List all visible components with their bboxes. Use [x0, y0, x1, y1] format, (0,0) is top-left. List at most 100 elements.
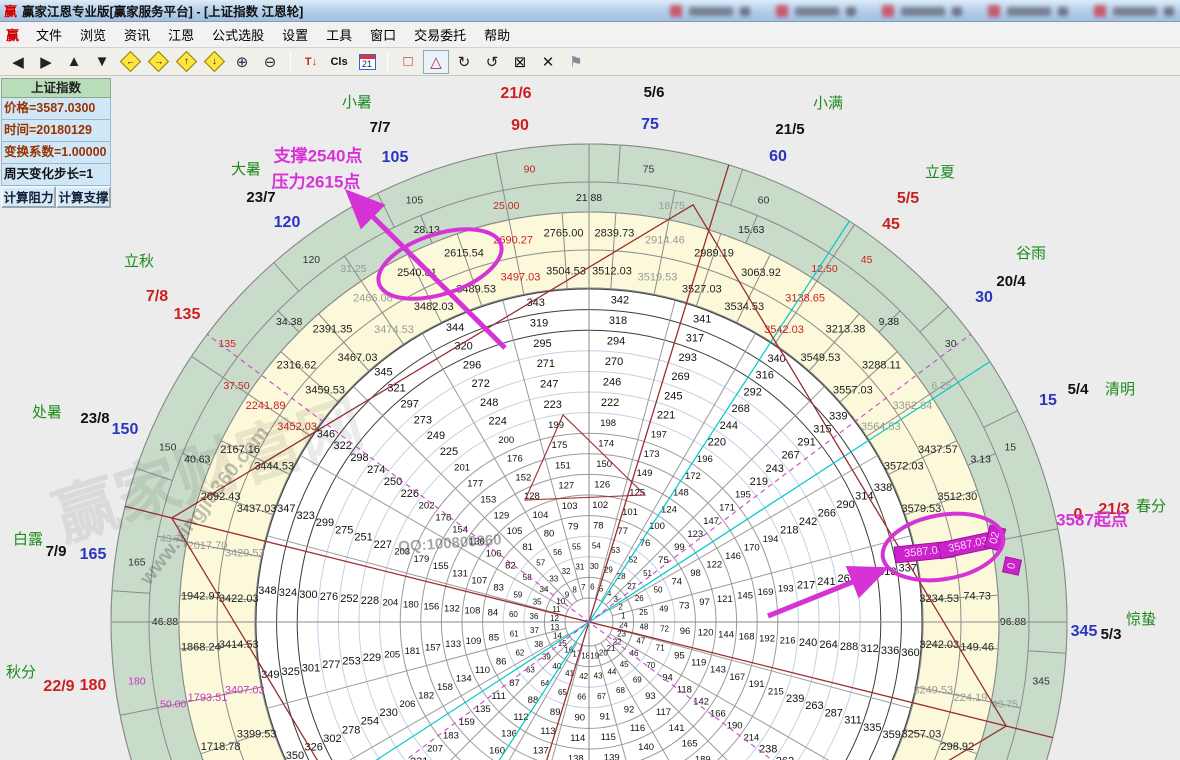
outer-label-345: 345: [1071, 623, 1098, 640]
spiral-number: 290: [836, 499, 854, 511]
percent-value: 3.13: [971, 454, 992, 466]
zoom-in-button-icon[interactable]: ⊕: [229, 50, 255, 74]
triangle-tool-button-icon[interactable]: △: [423, 50, 449, 74]
spiral-number: 244: [720, 420, 738, 432]
price-inner-value: 3512.03: [592, 266, 632, 278]
spiral-number: 8: [572, 586, 577, 595]
rotate-cw-button-icon[interactable]: ↻: [451, 50, 477, 74]
pan-right-button-icon[interactable]: →: [145, 50, 171, 74]
spiral-number: 117: [656, 707, 671, 718]
quote-panel-row: 价格=3587.0300: [1, 98, 111, 120]
menu-item-公式选股[interactable]: 公式选股: [203, 22, 273, 47]
degree-value: 120: [303, 254, 321, 266]
spiral-number: 198: [600, 418, 616, 429]
nav-right-button-icon[interactable]: ▶: [33, 50, 59, 74]
pan-down-button-icon[interactable]: ↓: [201, 50, 227, 74]
outer-label-105: 105: [382, 149, 409, 166]
degree-value: 30: [945, 338, 957, 350]
menu-item-浏览[interactable]: 浏览: [71, 22, 115, 47]
zoom-out-button-icon[interactable]: ⊖: [257, 50, 283, 74]
spiral-number: 49: [659, 605, 668, 614]
spiral-number: 240: [799, 637, 817, 649]
spiral-number: 138: [568, 754, 584, 760]
spiral-number: 107: [471, 576, 487, 587]
flag-button-icon[interactable]: ⚑: [563, 50, 589, 74]
spiral-number: 199: [548, 420, 564, 431]
spiral-number: 196: [697, 454, 713, 465]
menu-item-江恩[interactable]: 江恩: [159, 22, 203, 47]
spiral-number: 38: [534, 640, 543, 649]
outer-label-立夏: 立夏: [925, 164, 955, 181]
spiral-number: 69: [633, 676, 642, 685]
spiral-number: 141: [669, 723, 685, 734]
nav-up-button-icon[interactable]: ▲: [61, 50, 87, 74]
nav-left-button-icon[interactable]: ◀: [5, 50, 31, 74]
spiral-number: 275: [335, 524, 353, 536]
spiral-number: 177: [467, 478, 483, 489]
spiral-number: 44: [607, 667, 616, 676]
outer-label-5/3: 5/3: [1101, 626, 1122, 643]
menu-item-窗口[interactable]: 窗口: [361, 22, 405, 47]
t-down-button-icon[interactable]: T↓: [298, 50, 324, 74]
square-tool-button-icon[interactable]: □: [395, 50, 421, 74]
spiral-number: 76: [640, 538, 651, 549]
outer-label-15: 15: [1039, 392, 1057, 409]
boxed-x-button-icon[interactable]: ⊠: [507, 50, 533, 74]
outer-label-惊蛰: 惊蛰: [1126, 611, 1156, 628]
menu-item-设置[interactable]: 设置: [273, 22, 317, 47]
outer-label-75: 75: [641, 116, 659, 133]
gann-wheel-chart[interactable]: 1234567891011121314151617181920212223242…: [0, 76, 1180, 760]
spiral-number: 168: [739, 632, 755, 643]
spiral-number: 45: [620, 660, 629, 669]
spiral-number: 301: [302, 662, 320, 674]
spiral-number: 89: [550, 707, 561, 718]
price-outer-value: 3512.30: [937, 491, 977, 503]
spiral-number: 292: [744, 386, 762, 398]
spiral-number: 47: [636, 636, 645, 645]
outer-label-180: 180: [80, 677, 107, 694]
rotate-ccw-button-icon[interactable]: ↺: [479, 50, 505, 74]
spiral-number: 183: [443, 730, 459, 741]
spiral-number: 132: [444, 603, 460, 614]
center-cross-button-icon[interactable]: ✕: [535, 50, 561, 74]
spiral-number: 341: [693, 313, 711, 325]
price-inner-value: 3422.03: [219, 593, 259, 605]
outer-label-清明: 清明: [1105, 381, 1135, 398]
spiral-number: 34: [540, 585, 549, 594]
calc-support-button[interactable]: 计算支撑: [56, 186, 111, 208]
outer-label-165: 165: [80, 546, 107, 563]
calendar-button-icon[interactable]: 21: [354, 50, 380, 74]
pan-left-button-icon[interactable]: ←: [117, 50, 143, 74]
spiral-number: 79: [568, 521, 579, 532]
quote-panel-title: 上证指数: [1, 78, 111, 98]
pan-up-button-icon[interactable]: ↑: [173, 50, 199, 74]
outer-label-白露: 白露: [13, 531, 43, 548]
degree-value: 105: [406, 194, 424, 206]
menu-item-文件[interactable]: 文件: [27, 22, 71, 47]
menu-item-资讯[interactable]: 资讯: [115, 22, 159, 47]
spiral-number: 133: [445, 639, 461, 650]
spiral-number: 263: [805, 700, 823, 712]
percent-value: 34.38: [276, 316, 302, 328]
spiral-number: 93: [645, 691, 656, 702]
nav-down-button-icon[interactable]: ▼: [89, 50, 115, 74]
menu-item-交易委托[interactable]: 交易委托: [405, 22, 475, 47]
cls-button-icon[interactable]: Cls: [326, 50, 352, 74]
menu-item-帮助[interactable]: 帮助: [475, 22, 519, 47]
spiral-number: 243: [766, 463, 784, 475]
blurred-item: [776, 2, 856, 20]
calc-resistance-button[interactable]: 计算阻力: [1, 186, 56, 208]
spiral-number: 348: [258, 585, 276, 597]
spiral-number: 245: [664, 390, 682, 402]
spiral-number: 6: [590, 583, 595, 592]
spiral-number: 31: [575, 563, 584, 572]
spiral-number: 302: [323, 733, 341, 745]
degree-value: 75: [643, 164, 655, 176]
pressure-annotation[interactable]: 压力2615点: [272, 171, 361, 191]
menu-item-工具[interactable]: 工具: [317, 22, 361, 47]
support-annotation[interactable]: 支撑2540点: [274, 145, 363, 165]
outer-label-春分: 春分: [1136, 498, 1166, 515]
origin-annotation[interactable]: 3587起点: [1056, 509, 1128, 529]
spiral-number: 91: [600, 712, 611, 723]
spiral-number: 267: [781, 450, 799, 462]
